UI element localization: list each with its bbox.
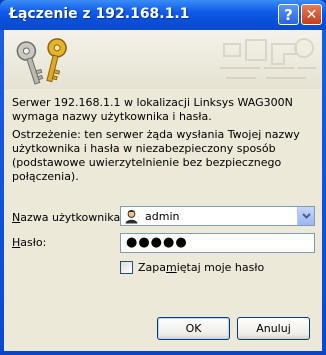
username-label-text: azwa użytkownika: — [20, 211, 124, 224]
chevron-down-icon — [301, 213, 311, 219]
title-bar[interactable]: Łączenie z 192.168.1.1 ? ✕ — [0, 0, 326, 30]
watermark-graphic — [220, 38, 316, 79]
password-label-text: asło: — [20, 236, 47, 249]
remember-label-prefix: Zapa — [138, 261, 166, 274]
dialog-body: Serwer 192.168.1.1 w lokalizacji Linksys… — [4, 30, 322, 351]
window-title: Łączenie z 192.168.1.1 — [9, 6, 190, 22]
close-icon: ✕ — [305, 6, 318, 23]
close-button[interactable]: ✕ — [301, 4, 322, 25]
login-dialog: Łączenie z 192.168.1.1 ? ✕ Serwer 192.16… — [0, 0, 326, 355]
info-message: Serwer 192.168.1.1 w lokalizacji Linksys… — [12, 96, 293, 123]
username-dropdown-button[interactable] — [297, 207, 314, 225]
help-button[interactable]: ? — [278, 4, 299, 25]
help-icon: ? — [284, 5, 293, 24]
remember-password-checkbox[interactable] — [120, 261, 133, 274]
username-combobox[interactable]: admin — [120, 206, 315, 226]
remember-password-label[interactable]: Zapamiętaj moje hasło — [138, 261, 264, 274]
cancel-button[interactable]: Anuluj — [237, 317, 310, 340]
username-label-accel: N — [12, 211, 21, 224]
username-value: admin — [145, 210, 180, 223]
ok-button[interactable]: OK — [157, 317, 230, 340]
password-label: Hasło: — [12, 236, 46, 250]
warning-message: Ostrzeżenie: ten serwer żąda wysłania Tw… — [12, 128, 300, 183]
user-icon — [125, 210, 138, 224]
keys-icon — [16, 38, 67, 85]
username-label: Nazwa użytkownika: — [12, 211, 124, 225]
remember-label-accel: m — [166, 261, 177, 274]
remember-label-text: iętaj moje hasło — [176, 261, 265, 274]
window-bottom-edge — [0, 351, 326, 355]
password-field[interactable]: ●●●●● — [120, 233, 315, 253]
banner — [4, 30, 322, 89]
password-value: ●●●●● — [126, 235, 188, 250]
